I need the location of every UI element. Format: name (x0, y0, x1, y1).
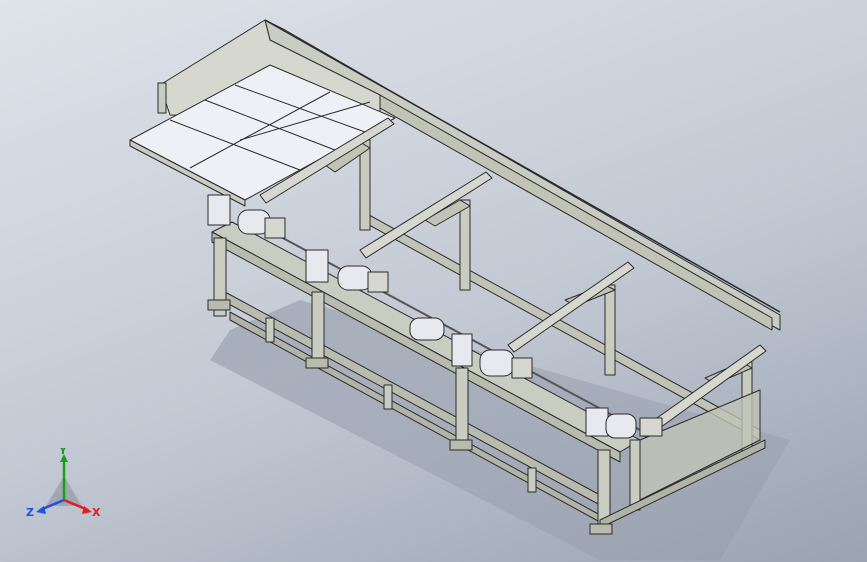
x-axis-label: X (92, 506, 101, 519)
mount-bracket (527, 467, 537, 493)
z-axis-label: Z (26, 506, 34, 519)
rear-upright (604, 284, 616, 376)
mount-bracket (265, 317, 275, 343)
front-upright (629, 439, 641, 511)
bearing-unit (409, 317, 445, 341)
mount-bracket (383, 384, 393, 410)
guide-arm (359, 171, 493, 259)
hopper-post (157, 82, 167, 114)
orientation-triad: Y X Z (26, 448, 101, 519)
leveling-foot (449, 439, 473, 451)
front-upright (311, 291, 325, 365)
conveyor-frame-model[interactable] (0, 0, 867, 562)
leveling-foot (589, 523, 613, 535)
rear-upright (459, 199, 471, 291)
leveling-foot (207, 299, 231, 311)
leveling-foot (305, 357, 329, 369)
front-upright (455, 367, 469, 447)
graphics-viewport[interactable]: Y X Z (0, 0, 867, 562)
y-axis-label: Y (58, 448, 68, 457)
